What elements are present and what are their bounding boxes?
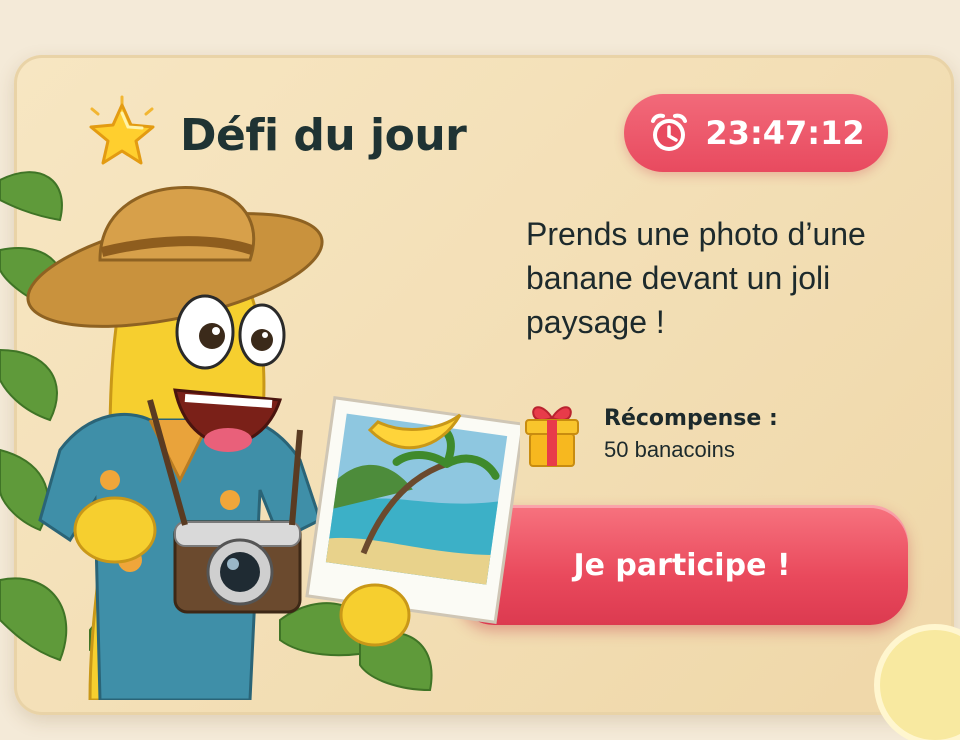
challenge-description: Prends une photo d’une banane devant un … (526, 216, 866, 340)
timer-value: 23:47:12 (705, 114, 865, 152)
reward-section: Récompense : 50 banacoins (520, 398, 778, 470)
participate-button[interactable]: Je participe ! (456, 505, 908, 625)
reward-label: Récompense : (604, 405, 778, 431)
page-title: Défi du jour (180, 109, 467, 161)
alarm-clock-icon (651, 113, 688, 151)
reward-value: 50 banacoins (604, 436, 735, 462)
gift-box-icon (525, 406, 579, 467)
reward-text: Récompense : 50 banacoins (604, 406, 778, 463)
countdown-timer: 23:47:12 (624, 94, 888, 172)
banana-explorer-mascot-illustration (0, 171, 520, 700)
